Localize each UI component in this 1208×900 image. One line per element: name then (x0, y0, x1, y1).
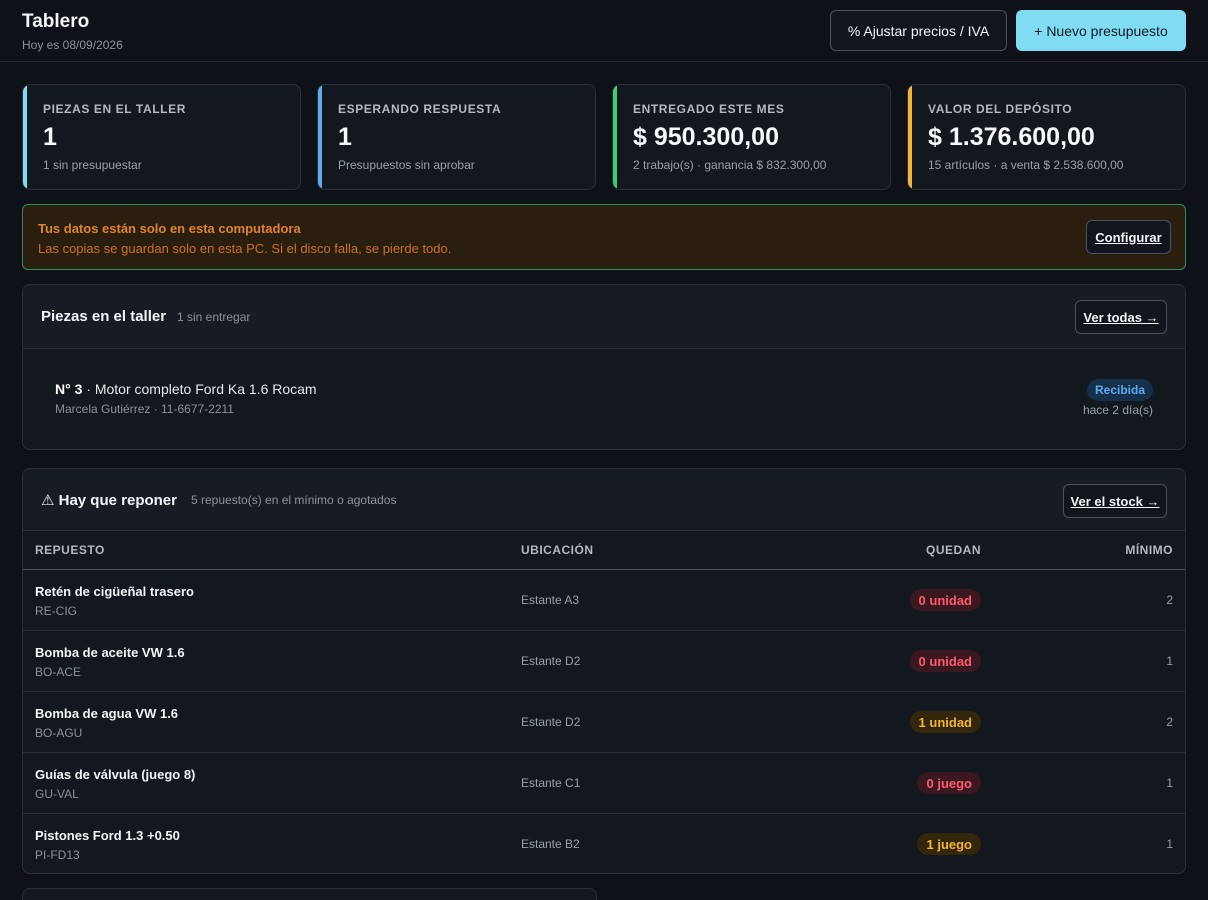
view-stock-button[interactable]: Ver el stock → (1063, 484, 1167, 518)
part-code: RE-CIG (35, 604, 77, 618)
backup-warning-banner: Tus datos están solo en esta computadora… (22, 204, 1186, 270)
stat-value: 1 (338, 123, 352, 151)
top-bar: Tablero Hoy es 08/09/2026 % Ajustar prec… (0, 0, 1208, 62)
column-header-minimum: MÍNIMO (1125, 543, 1173, 557)
stat-accent (23, 85, 27, 189)
new-quote-button[interactable]: + Nuevo presupuesto (1016, 10, 1186, 51)
warning-text: Las copias se guardan solo en esta PC. S… (38, 241, 452, 256)
part-name: Pistones Ford 1.3 +0.50 (35, 828, 180, 843)
table-header: REPUESTO UBICACIÓN QUEDAN MÍNIMO (23, 531, 1185, 570)
warning-title: Tus datos están solo en esta computadora (38, 221, 301, 236)
table-row[interactable]: Bomba de aceite VW 1.6 BO-ACE Estante D2… (23, 631, 1185, 692)
stat-label: ESPERANDO RESPUESTA (338, 102, 502, 116)
remaining-badge: 0 unidad (909, 589, 981, 611)
stat-sub: Presupuestos sin aprobar (338, 158, 475, 172)
stat-accent (908, 85, 912, 189)
table-row[interactable]: Pistones Ford 1.3 +0.50 PI-FD13 Estante … (23, 814, 1185, 873)
part-minimum: 2 (1166, 715, 1173, 729)
stat-card-warehouse-value: VALOR DEL DEPÓSITO $ 1.376.600,00 15 art… (907, 84, 1186, 190)
part-minimum: 1 (1166, 654, 1173, 668)
adjust-prices-button[interactable]: % Ajustar precios / IVA (830, 10, 1007, 51)
panel-title: ⚠ Hay que reponer (41, 492, 177, 509)
part-code: PI-FD13 (35, 848, 80, 862)
part-location: Estante C1 (521, 776, 581, 790)
job-title[interactable]: N° 3 · Motor completo Ford Ka 1.6 Rocam (55, 381, 317, 397)
part-code: BO-AGU (35, 726, 83, 740)
stat-value: $ 1.376.600,00 (928, 123, 1095, 151)
stat-card-awaiting-response: ESPERANDO RESPUESTA 1 Presupuestos sin a… (317, 84, 596, 190)
job-number: N° 3 (55, 381, 83, 397)
job-time: hace 2 día(s) (1082, 403, 1153, 417)
table-row[interactable]: Retén de cigüeñal trasero RE-CIG Estante… (23, 570, 1185, 631)
part-location: Estante B2 (521, 837, 580, 851)
part-location: Estante D2 (521, 654, 581, 668)
part-minimum: 1 (1166, 837, 1173, 851)
stat-label: PIEZAS EN EL TALLER (43, 102, 186, 116)
view-all-button[interactable]: Ver todas → (1075, 300, 1167, 334)
table-row[interactable]: Guías de válvula (juego 8) GU-VAL Estant… (23, 753, 1185, 814)
workshop-panel: Piezas en el taller 1 sin entregar Ver t… (22, 284, 1186, 450)
stat-label: VALOR DEL DEPÓSITO (928, 102, 1073, 116)
stat-value: $ 950.300,00 (633, 123, 779, 151)
bottom-panel (22, 888, 597, 900)
page-title: Tablero (22, 11, 90, 32)
part-code: GU-VAL (35, 787, 79, 801)
stat-card-delivered-month: ENTREGADO ESTE MES $ 950.300,00 2 trabaj… (612, 84, 891, 190)
job-description: · Motor completo Ford Ka 1.6 Rocam (82, 381, 317, 397)
panel-header: ⚠ Hay que reponer 5 repuesto(s) en el mí… (23, 469, 1185, 531)
stat-accent (613, 85, 617, 189)
remaining-badge: 0 unidad (909, 650, 981, 672)
part-location: Estante A3 (521, 593, 580, 607)
stat-value: 1 (43, 123, 57, 151)
stat-sub: 2 trabajo(s) · ganancia $ 832.300,00 (633, 158, 827, 172)
remaining-badge: 1 unidad (909, 711, 981, 733)
column-header-remaining: QUEDAN (925, 543, 981, 557)
current-date: Hoy es 08/09/2026 (22, 38, 123, 52)
panel-subtitle: 1 sin entregar (177, 310, 251, 324)
restock-panel: ⚠ Hay que reponer 5 repuesto(s) en el mí… (22, 468, 1186, 874)
panel-subtitle: 5 repuesto(s) en el mínimo o agotados (191, 493, 397, 507)
panel-title: Piezas en el taller (41, 308, 167, 325)
stat-accent (318, 85, 322, 189)
part-minimum: 1 (1166, 776, 1173, 790)
panel-header: Piezas en el taller 1 sin entregar Ver t… (23, 285, 1185, 349)
part-location: Estante D2 (521, 715, 581, 729)
stat-label: ENTREGADO ESTE MES (633, 102, 785, 116)
column-header-location: UBICACIÓN (521, 543, 594, 557)
remaining-badge: 1 juego (917, 833, 981, 855)
remaining-badge: 0 juego (917, 772, 981, 794)
job-client: Marcela Gutiérrez · 11-6677-2211 (55, 402, 234, 416)
part-name: Guías de válvula (juego 8) (35, 767, 196, 782)
part-name: Retén de cigüeñal trasero (35, 584, 194, 599)
part-name: Bomba de aceite VW 1.6 (35, 645, 185, 660)
part-name: Bomba de agua VW 1.6 (35, 706, 179, 721)
column-header-part: REPUESTO (35, 543, 105, 557)
stat-card-workshop-pieces: PIEZAS EN EL TALLER 1 1 sin presupuestar (22, 84, 301, 190)
stat-sub: 15 artículos · a venta $ 2.538.600,00 (928, 158, 1124, 172)
stat-sub: 1 sin presupuestar (43, 158, 142, 172)
part-code: BO-ACE (35, 665, 82, 679)
table-row[interactable]: Bomba de agua VW 1.6 BO-AGU Estante D2 1… (23, 692, 1185, 753)
part-minimum: 2 (1166, 593, 1173, 607)
configure-button[interactable]: Configurar (1086, 220, 1171, 254)
status-badge: Recibida (1087, 379, 1153, 401)
